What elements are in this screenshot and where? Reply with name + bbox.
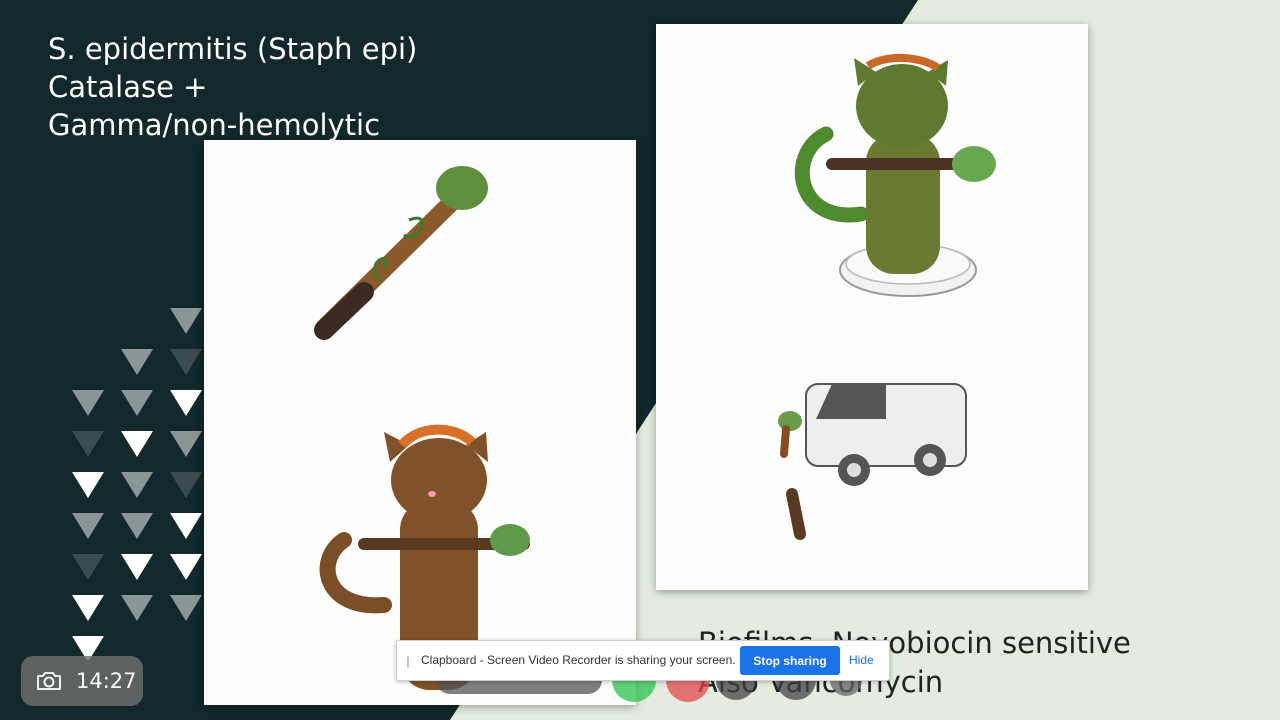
decorative-triangle — [170, 308, 202, 334]
decorative-triangle — [72, 431, 104, 457]
club-illustration — [314, 166, 488, 340]
slide-title-line-2: Catalase + — [48, 70, 208, 104]
cat-in-petri-dish-illustration — [795, 53, 996, 297]
decorative-triangle — [121, 349, 153, 375]
decorative-triangle — [121, 472, 153, 498]
decorative-triangle — [170, 554, 202, 580]
drag-handle-icon[interactable]: || — [406, 654, 410, 668]
decorative-triangle — [121, 390, 153, 416]
timer-text: 14:27 — [76, 669, 137, 693]
slide-title-line-1: S. epidermitis (Staph epi) — [48, 32, 418, 66]
decorative-triangle — [170, 431, 202, 457]
decorative-triangle — [170, 513, 202, 539]
right-illustration-panel — [656, 24, 1088, 590]
decorative-triangle — [170, 595, 202, 621]
decorative-triangle — [121, 431, 153, 457]
recording-timer[interactable]: 14:27 — [21, 656, 143, 706]
decorative-triangle — [72, 472, 104, 498]
decorative-triangle-pattern — [72, 308, 202, 660]
slide: S. epidermitis (Staph epi) Catalase + Ga… — [0, 0, 1280, 720]
screen-share-notification-bar: || Clapboard - Screen Video Recorder is … — [396, 640, 890, 681]
decorative-triangle — [170, 349, 202, 375]
decorative-triangle — [72, 595, 104, 621]
left-illustration-panel — [204, 140, 636, 705]
share-status-text: Clapboard - Screen Video Recorder is sha… — [421, 653, 736, 667]
decorative-triangle — [72, 390, 104, 416]
decorative-triangle — [170, 390, 202, 416]
decorative-triangle — [72, 513, 104, 539]
decorative-triangle — [121, 595, 153, 621]
stop-sharing-button[interactable]: Stop sharing — [740, 646, 840, 675]
decorative-triangle — [121, 554, 153, 580]
decorative-triangle — [170, 472, 202, 498]
hide-share-bar-link[interactable]: Hide — [849, 653, 874, 667]
decorative-triangle — [72, 554, 104, 580]
decorative-triangle — [121, 513, 153, 539]
van-illustration — [778, 383, 967, 540]
camera-icon — [37, 672, 61, 690]
slide-title-line-3: Gamma/non-hemolytic — [48, 108, 381, 142]
